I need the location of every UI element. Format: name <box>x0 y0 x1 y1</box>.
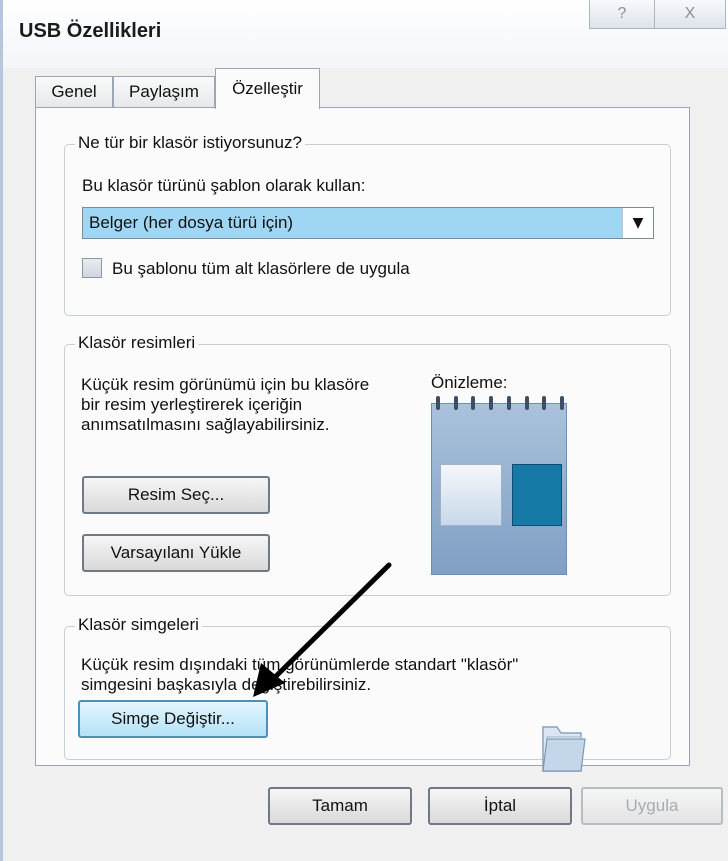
tab-label: Genel <box>51 82 97 101</box>
title-bar: USB Özellikleri ? X <box>3 0 728 68</box>
apply-button[interactable]: Uygula <box>581 787 723 825</box>
calendar-ring <box>524 396 529 410</box>
tab-genel[interactable]: Genel <box>35 76 113 107</box>
template-label: Bu klasör türünü şablon olarak kullan: <box>82 176 366 195</box>
close-button[interactable]: X <box>655 0 726 29</box>
ok-button[interactable]: Tamam <box>268 787 412 825</box>
help-button[interactable]: ? <box>589 0 655 29</box>
close-icon: X <box>684 5 696 22</box>
calendar-rings <box>436 396 564 410</box>
calendar-preview-icon <box>431 396 567 575</box>
preview-thumbnail-2 <box>512 464 562 526</box>
pictures-description-line-3: anımsatılmasını sağlayabilirsiniz. <box>81 415 330 434</box>
tab-paylasim[interactable]: Paylaşım <box>113 76 215 107</box>
pictures-description-line-2: bir resim yerleştirerek içeriğin <box>81 395 303 414</box>
cancel-button[interactable]: İptal <box>428 787 572 825</box>
change-icon-button[interactable]: Simge Değiştir... <box>78 700 268 738</box>
group-title: Klasör resimleri <box>75 333 199 353</box>
pictures-description-line-1: Küçük resim görünümü için bu klasöre <box>81 375 370 394</box>
button-label: Uygula <box>625 796 679 815</box>
group-title: Klasör simgeleri <box>75 615 202 635</box>
selected-value: Belger (her dosya türü için) <box>89 213 294 232</box>
window-title: USB Özellikleri <box>19 20 162 42</box>
calendar-ring <box>506 396 511 410</box>
preview-thumbnail-1 <box>440 464 502 526</box>
tab-ozellestir[interactable]: Özelleştir <box>215 68 320 109</box>
calendar-ring <box>559 396 564 410</box>
title-bar-buttons: ? X <box>589 0 728 32</box>
calendar-ring <box>489 396 494 410</box>
group-title: Ne tür bir klasör istiyorsunuz? <box>75 133 305 153</box>
preview-area: Önizleme: <box>431 373 569 577</box>
calendar-ring <box>436 396 440 410</box>
folder-type-select[interactable]: Belger (her dosya türü için) ▼ <box>82 207 654 239</box>
button-label: Simge Değiştir... <box>111 709 235 728</box>
tab-label: Özelleştir <box>232 79 303 98</box>
calendar-ring <box>471 396 476 410</box>
tab-label: Paylaşım <box>129 82 199 101</box>
button-label: İptal <box>483 796 517 815</box>
chevron-down-icon[interactable]: ▼ <box>622 208 653 238</box>
apply-subfolders-checkbox[interactable] <box>82 258 102 278</box>
calendar-ring <box>453 396 458 410</box>
arrow-annotation-icon <box>253 562 392 697</box>
help-icon: ? <box>617 5 627 22</box>
apply-subfolders-label: Bu şablonu tüm alt klasörlere de uygula <box>112 259 410 278</box>
preview-label: Önizleme: <box>431 373 508 392</box>
button-label: Tamam <box>312 796 368 815</box>
button-label: Varsayılanı Yükle <box>110 543 242 562</box>
folder-icon <box>542 726 586 772</box>
calendar-ring <box>542 396 547 410</box>
properties-dialog: USB Özellikleri ? X Genel Paylaşım Özell… <box>0 0 728 861</box>
button-label: Resim Seç... <box>127 485 225 504</box>
choose-picture-button[interactable]: Resim Seç... <box>82 476 270 514</box>
